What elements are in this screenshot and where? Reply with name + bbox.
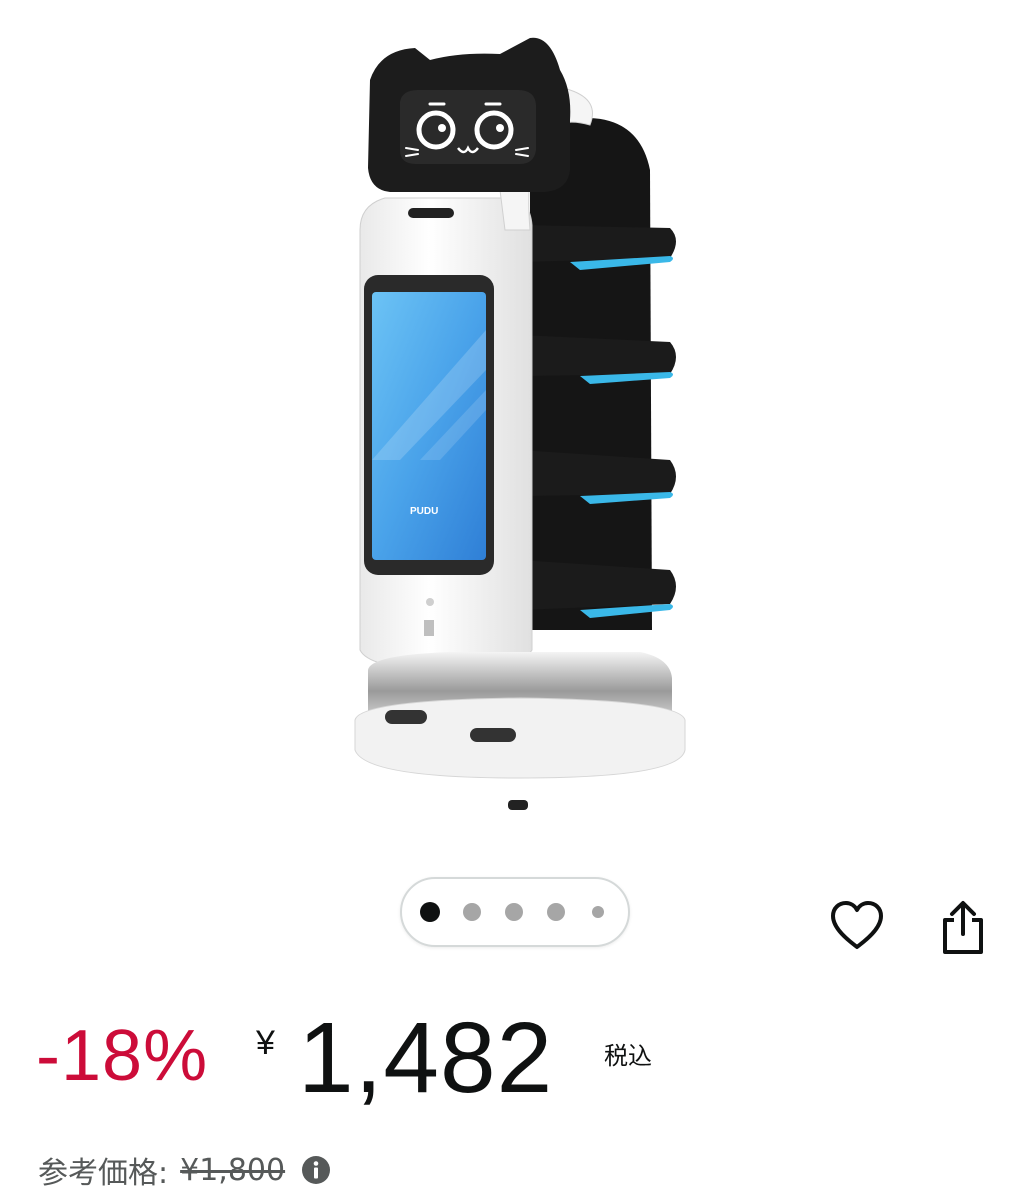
product-image[interactable]: PUDU (340, 30, 700, 820)
share-icon (943, 901, 983, 954)
reference-price-label: 参考価格: (38, 1156, 169, 1191)
carousel-dot-2[interactable] (463, 903, 481, 921)
discount-percentage: -18% (36, 1016, 209, 1096)
share-button[interactable] (928, 892, 998, 962)
favorite-button[interactable] (822, 890, 892, 960)
tax-included-label: 税込 (604, 1042, 652, 1070)
carousel-dot-1[interactable] (420, 902, 440, 922)
carousel-dot-4[interactable] (547, 903, 565, 921)
carousel-dot-3[interactable] (505, 903, 523, 921)
current-price: 1,482 (298, 1002, 554, 1114)
image-carousel-indicator[interactable] (400, 877, 630, 947)
carousel-dot-5[interactable] (592, 906, 604, 918)
reference-price-value: ¥1,800 (180, 1152, 286, 1188)
heart-icon (831, 901, 883, 949)
info-icon[interactable] (301, 1155, 331, 1185)
price-row: -18% ¥ 1,482 税込 (0, 1000, 1031, 1120)
screen-brand: PUDU (410, 506, 438, 517)
reference-price-row: 参考価格: ¥1,800 (38, 1148, 331, 1192)
currency-symbol: ¥ (256, 1024, 275, 1062)
